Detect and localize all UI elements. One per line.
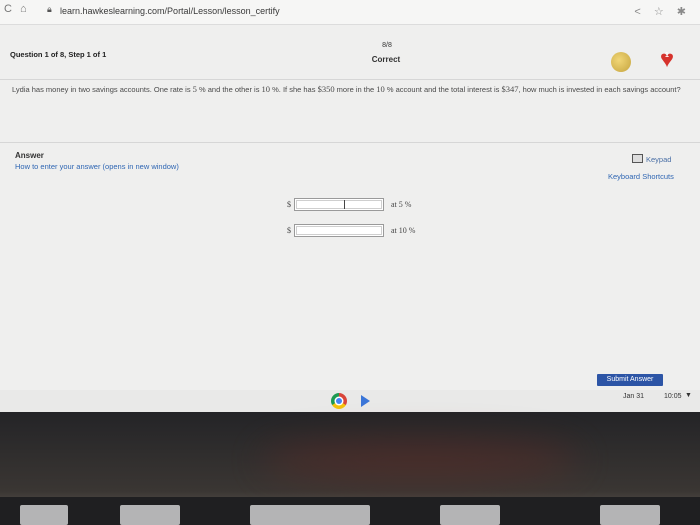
keyboard-key bbox=[20, 505, 68, 525]
lock-icon: 🔒︎ bbox=[47, 4, 52, 14]
rate-label: at 5 % bbox=[391, 200, 412, 209]
hearts-count: 1 bbox=[665, 52, 669, 59]
url-text[interactable]: learn.hawkeslearning.com/Portal/Lesson/l… bbox=[60, 6, 280, 16]
score-status: Correct bbox=[371, 55, 401, 64]
divider bbox=[0, 79, 700, 80]
how-to-enter-link[interactable]: How to enter your answer (opens in new w… bbox=[15, 162, 179, 171]
screen-reflection bbox=[260, 440, 580, 480]
play-store-icon[interactable] bbox=[361, 395, 370, 407]
rate-label: at 10 % bbox=[391, 226, 416, 235]
submit-answer-button[interactable]: Submit Answer bbox=[597, 374, 663, 386]
keyboard-key bbox=[440, 505, 500, 525]
chrome-icon[interactable] bbox=[331, 393, 347, 409]
divider bbox=[0, 142, 700, 143]
shelf-time[interactable]: 10:05 bbox=[664, 393, 682, 400]
coin-icon[interactable] bbox=[611, 52, 631, 72]
currency-symbol: $ bbox=[287, 200, 291, 209]
shelf-date[interactable]: Jan 31 bbox=[623, 393, 644, 400]
star-icon[interactable]: ☆ bbox=[654, 6, 664, 18]
question-progress-label: Question 1 of 8, Step 1 of 1 bbox=[10, 50, 107, 59]
home-icon[interactable]: ⌂ bbox=[20, 3, 27, 15]
browser-window: C ⌂ 🔒︎ learn.hawkeslearning.com/Portal/L… bbox=[0, 0, 700, 412]
extension-icon[interactable]: ✱ bbox=[677, 6, 686, 18]
question-text: Lydia has money in two savings accounts.… bbox=[12, 84, 681, 94]
keyboard-shortcuts-link[interactable]: Keyboard Shortcuts bbox=[608, 172, 674, 181]
keypad-button[interactable]: Keypad bbox=[632, 154, 671, 164]
address-bar-actions: < ☆ ✱ bbox=[624, 5, 686, 18]
back-icon[interactable]: C bbox=[4, 3, 12, 15]
answer-label: Answer bbox=[15, 151, 44, 160]
keyboard-key bbox=[120, 505, 180, 525]
keypad-icon bbox=[632, 154, 643, 163]
os-shelf bbox=[0, 390, 700, 412]
score-value: 8/8 bbox=[382, 42, 392, 49]
amount-input-5-percent[interactable] bbox=[294, 198, 384, 211]
question-header: Question 1 of 8, Step 1 of 1 8/8 Correct… bbox=[0, 38, 700, 80]
amount-input-10-percent[interactable] bbox=[294, 224, 384, 237]
share-icon[interactable]: < bbox=[634, 6, 640, 18]
currency-symbol: $ bbox=[287, 226, 291, 235]
keyboard-key bbox=[600, 505, 660, 525]
wifi-icon[interactable]: ▼ bbox=[685, 392, 692, 399]
keyboard-key bbox=[250, 505, 370, 525]
address-bar[interactable]: C ⌂ 🔒︎ learn.hawkeslearning.com/Portal/L… bbox=[0, 0, 700, 25]
